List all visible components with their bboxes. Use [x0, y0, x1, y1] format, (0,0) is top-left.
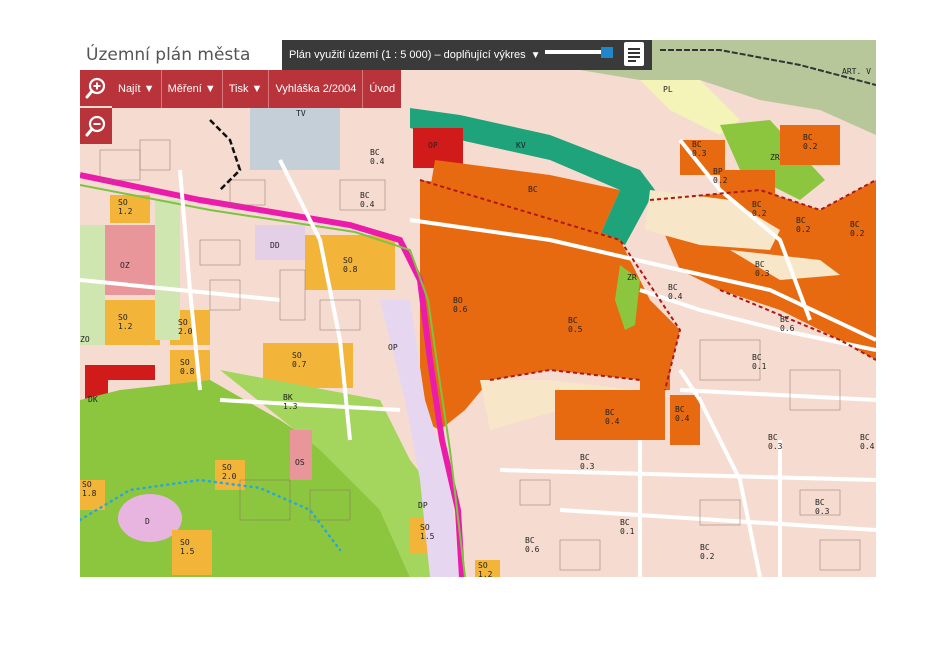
tv-area: [250, 105, 340, 170]
zoom-in-button[interactable]: [80, 70, 112, 106]
os-area: [290, 430, 312, 480]
decree-link[interactable]: Vyhláška 2/2004: [268, 70, 363, 108]
zone-code-label: BC 0.4: [668, 283, 683, 301]
main-toolbar: Najít ▼ Měření ▼ Tisk ▼ Vyhláška 2/2004 …: [112, 70, 402, 108]
zone-code-label: BC 0.4: [860, 433, 875, 451]
zone-code-label: BC 0.3: [815, 498, 830, 516]
zone-code-label: BC 0.6: [780, 315, 795, 333]
measure-menu[interactable]: Měření ▼: [160, 70, 222, 108]
map-label: DP: [418, 501, 428, 510]
zone-code-label: BC 0.3: [580, 453, 595, 471]
map-label: ZR: [627, 273, 637, 282]
map-label: DD: [270, 241, 280, 250]
print-menu[interactable]: Tisk ▼: [221, 70, 269, 108]
dd-area: [255, 225, 305, 260]
map-canvas[interactable]: TV PL ART. V KV OP ZR DD BC OZ ZR ZO OP …: [80, 40, 876, 577]
page-title: Územní plán města Brna: [80, 40, 282, 95]
zoom-in-icon: [85, 77, 106, 99]
zone-code-label: BC 0.1: [752, 353, 767, 371]
so-12b-area: [105, 300, 160, 345]
map-label: ZR: [770, 153, 780, 162]
map-label: ART. V: [842, 67, 871, 76]
map-label: OP: [428, 141, 438, 150]
zoom-out-button[interactable]: [80, 108, 112, 144]
zone-code-label: BC 0.3: [768, 433, 783, 451]
legend-document-icon[interactable]: [624, 42, 644, 66]
map-label: OZ: [120, 261, 130, 270]
find-menu[interactable]: Najít ▼: [112, 70, 161, 108]
bc-orange-mid3: [650, 365, 670, 390]
zone-code-label: BC 0.1: [620, 518, 635, 536]
map-label: KV: [516, 141, 526, 150]
zone-code-label: BC 0.6: [525, 536, 540, 554]
green-left-strip: [80, 225, 105, 345]
map-label: D: [145, 517, 150, 526]
map-label: DK: [88, 395, 98, 404]
zone-code-label: BC 0.4: [360, 191, 375, 209]
layer-selector[interactable]: Plán využití území (1 : 5 000) – doplňuj…: [282, 40, 652, 70]
chevron-down-icon[interactable]: ▼: [531, 50, 541, 61]
map-label: ZO: [80, 335, 90, 344]
zone-code-label: BP 0.2: [713, 167, 728, 185]
zoom-out-icon: [85, 115, 106, 137]
slider-handle[interactable]: [601, 47, 613, 58]
map-label: BC: [528, 185, 538, 194]
district-boundary: [209, 119, 242, 191]
land-use-map: TV PL ART. V KV OP ZR DD BC OZ ZR ZO OP …: [80, 40, 876, 577]
map-label: OS: [295, 458, 305, 467]
layer-selector-label[interactable]: Plán využití území (1 : 5 000) – doplňuj…: [289, 49, 526, 61]
map-label: TV: [296, 109, 306, 118]
home-link[interactable]: Úvod: [362, 70, 402, 108]
zone-code-label: BC 0.2: [700, 543, 715, 561]
zone-code-label: BC 0.4: [370, 148, 385, 166]
opacity-slider[interactable]: [545, 47, 613, 58]
map-label: PL: [663, 85, 673, 94]
green-left-strip2: [155, 200, 180, 340]
map-label: OP: [388, 343, 398, 352]
